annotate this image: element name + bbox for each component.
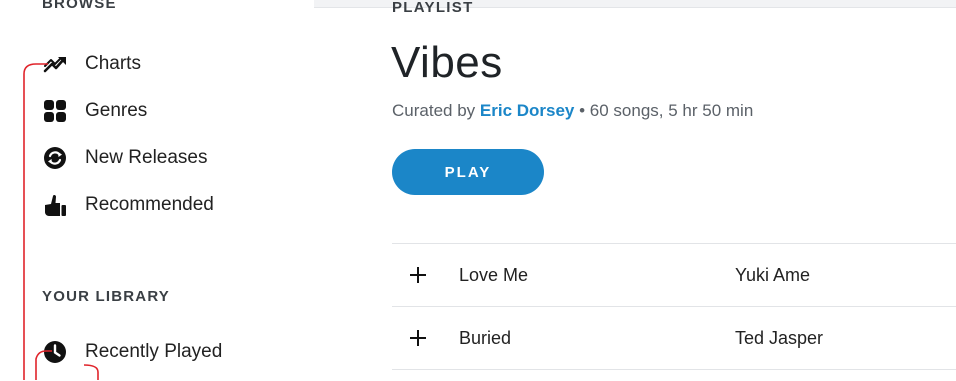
playlist-meta: Curated by Eric Dorsey • 60 songs, 5 hr … (392, 101, 753, 121)
sidebar: BROWSE Charts Genres New Releases Recomm… (0, 0, 314, 380)
sidebar-item-label: Charts (85, 53, 141, 74)
sidebar-item-label: Genres (85, 100, 148, 121)
track-title: Love Me (459, 264, 529, 285)
sidebar-item-recommended[interactable]: Recommended (42, 191, 214, 219)
main-panel: PLAYLIST Vibes Curated by Eric Dorsey • … (314, 0, 956, 381)
page-title: Vibes (391, 38, 503, 87)
plus-icon (410, 267, 426, 283)
grid-icon (42, 98, 68, 124)
playlist-view: PLAYLIST Vibes Curated by Eric Dorsey • … (314, 0, 956, 381)
sidebar-item-label: New Releases (85, 147, 208, 168)
library-section-title: YOUR LIBRARY (42, 288, 171, 305)
table-row[interactable]: Love Me Yuki Ame (392, 243, 956, 306)
sidebar-item-label: Recommended (85, 194, 214, 215)
chart-trend-icon (42, 51, 68, 77)
curated-prefix: Curated by (392, 101, 480, 120)
playlist-stats: • 60 songs, 5 hr 50 min (574, 101, 754, 120)
browse-section-title: BROWSE (42, 0, 117, 12)
plus-icon (410, 330, 426, 346)
curator-link[interactable]: Eric Dorsey (480, 101, 575, 120)
sidebar-item-new-releases[interactable]: New Releases (42, 144, 208, 172)
play-button[interactable]: PLAY (392, 149, 544, 195)
add-track-button[interactable] (406, 326, 430, 350)
track-title: Buried (459, 327, 512, 348)
track-artist[interactable]: Ted Jasper (735, 328, 823, 349)
thumbs-up-icon (42, 192, 68, 218)
sidebar-item-recently-played[interactable]: Recently Played (42, 338, 222, 366)
sidebar-item-genres[interactable]: Genres (42, 97, 147, 125)
sidebar-item-label: Recently Played (85, 341, 223, 362)
track-list: Love Me Yuki Ame Buried Ted Jasper (392, 243, 956, 370)
track-artist[interactable]: Yuki Ame (735, 265, 810, 286)
sidebar-item-charts[interactable]: Charts (42, 50, 141, 78)
table-row[interactable]: Buried Ted Jasper (392, 306, 956, 370)
refresh-circle-icon (42, 145, 68, 171)
add-track-button[interactable] (406, 263, 430, 287)
clock-icon (42, 339, 68, 365)
playlist-eyebrow: PLAYLIST (392, 0, 474, 16)
